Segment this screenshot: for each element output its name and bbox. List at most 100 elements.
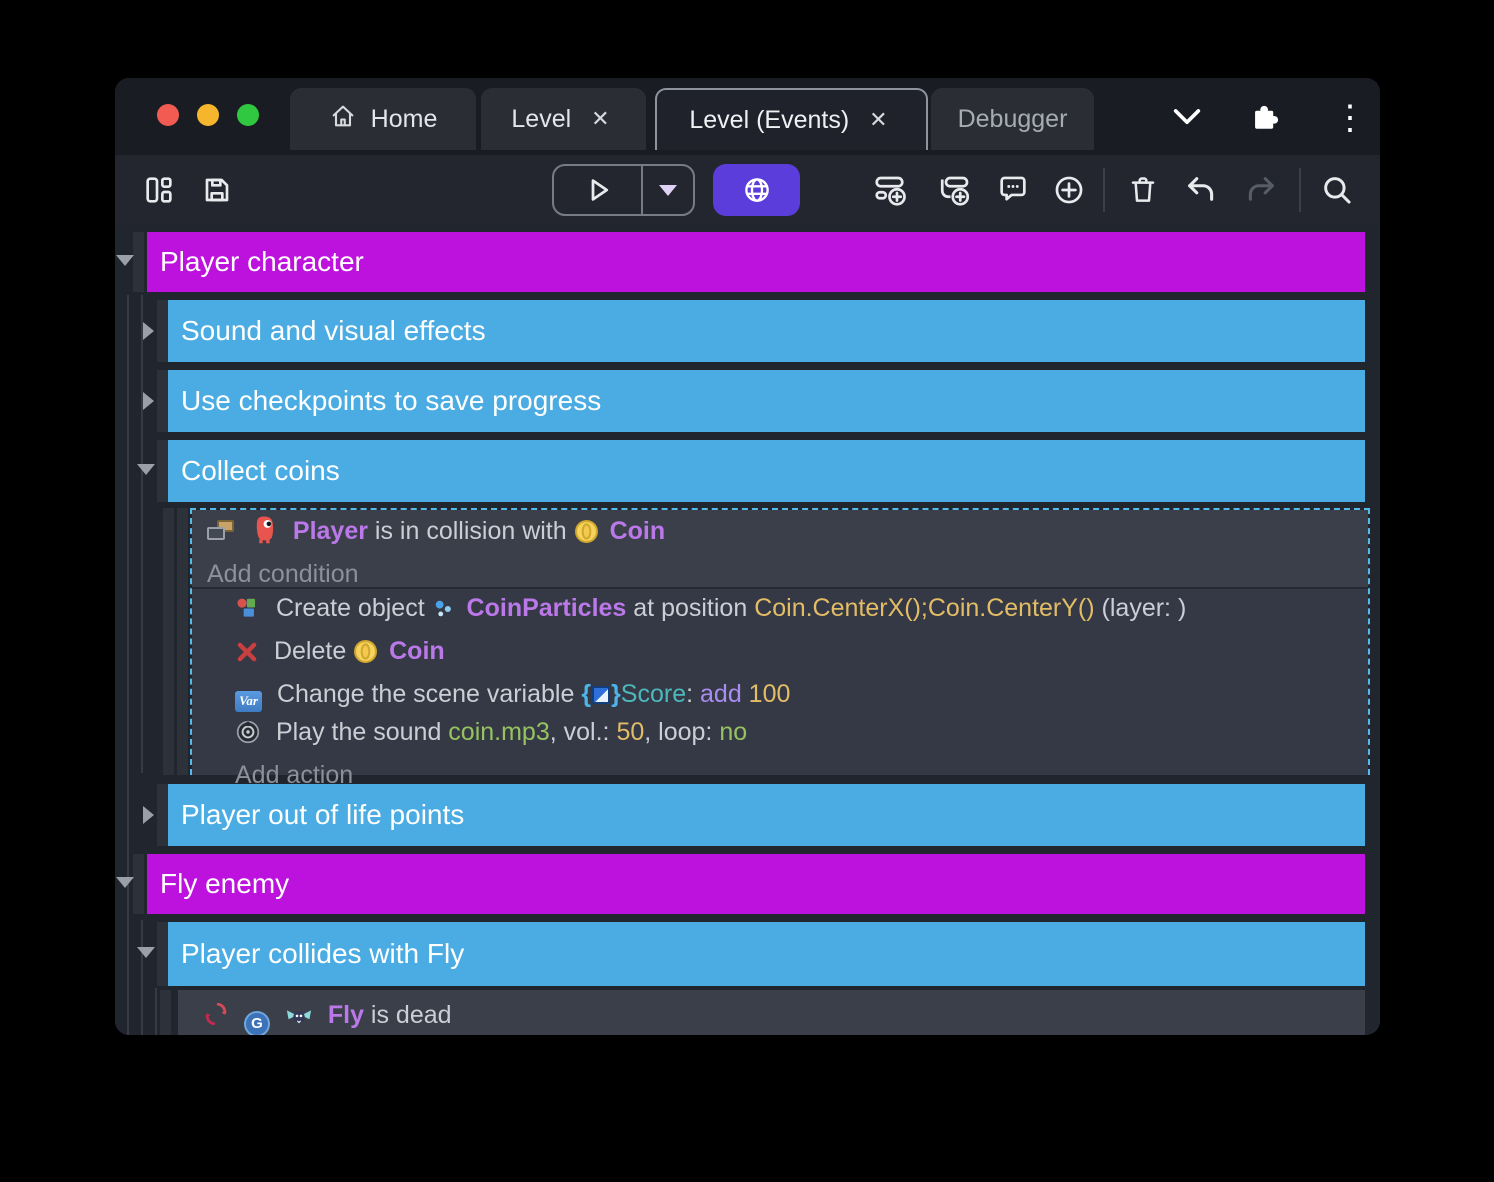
tab-home[interactable]: Home xyxy=(290,88,476,150)
group-row-sound-effects[interactable]: Sound and visual effects xyxy=(168,300,1365,362)
extensions-puzzle-icon[interactable] xyxy=(1248,99,1282,138)
condition-text: is in collision with xyxy=(368,517,574,545)
play-split-button xyxy=(552,164,695,216)
network-preview-button[interactable] xyxy=(713,164,800,216)
group-row-collect-coins[interactable]: Collect coins xyxy=(168,440,1365,502)
collision-icon xyxy=(207,518,237,544)
variable-value: 100 xyxy=(742,680,791,708)
group-row-player-character[interactable]: Player character xyxy=(147,232,1365,292)
group-title: Fly enemy xyxy=(160,868,289,900)
collapse-chevron-icon[interactable] xyxy=(116,255,134,266)
collapse-chevron-icon[interactable] xyxy=(137,464,155,475)
kebab-menu-icon[interactable]: ⋮ xyxy=(1333,98,1367,138)
variable-icon: Var xyxy=(235,691,262,712)
search-icon[interactable] xyxy=(1319,172,1355,208)
indent-guide xyxy=(141,920,143,1035)
condition-row-collision[interactable]: Player is in collision with Coin xyxy=(207,512,1368,555)
desktop-background: Home Level ✕ Level (Events) ✕ Debugger ⋮ xyxy=(0,0,1494,1182)
condition-row-fly-dead[interactable]: G Fly is dead xyxy=(203,996,1365,1035)
scene-variable-icon xyxy=(592,686,610,704)
redo-icon[interactable] xyxy=(1243,172,1279,208)
close-window-button[interactable] xyxy=(157,104,179,126)
event-coin-collision[interactable]: Player is in collision with Coin Add con… xyxy=(190,508,1370,775)
action-text: , loop: xyxy=(644,718,719,746)
tab-level-events-label: Level (Events) xyxy=(689,106,849,135)
minimize-window-button[interactable] xyxy=(197,104,219,126)
collapse-chevron-icon[interactable] xyxy=(137,947,155,958)
action-row-change-variable[interactable]: Var Change the scene variable {}Score: a… xyxy=(235,675,1368,713)
close-tab-icon[interactable]: ✕ xyxy=(863,105,893,135)
action-text: at position xyxy=(626,594,754,622)
conditions-panel: Player is in collision with Coin Add con… xyxy=(192,510,1368,587)
collapse-chevron-icon[interactable] xyxy=(116,877,134,888)
save-icon[interactable] xyxy=(199,172,235,208)
event-drag-handle[interactable] xyxy=(160,990,171,1035)
variable-operator: add xyxy=(700,680,742,708)
variable-badge-brace-icon: } xyxy=(611,680,621,708)
expand-chevron-icon[interactable] xyxy=(143,806,154,824)
group-title: Player collides with Fly xyxy=(181,938,464,970)
indent-guide xyxy=(141,295,143,773)
action-row-play-sound[interactable]: Play the sound coin.mp3, vol.: 50, loop:… xyxy=(235,713,1368,756)
row-drag-handle[interactable] xyxy=(157,922,168,986)
tab-home-label: Home xyxy=(371,105,438,134)
row-drag-handle[interactable] xyxy=(133,232,144,292)
expand-chevron-icon[interactable] xyxy=(143,392,154,410)
group-row-fly-enemy[interactable]: Fly enemy xyxy=(147,854,1365,914)
row-drag-handle[interactable] xyxy=(157,440,168,502)
action-text: Play the sound xyxy=(276,718,448,746)
event-fly-dead[interactable]: G Fly is dead xyxy=(178,990,1365,1035)
play-button[interactable] xyxy=(554,166,643,214)
events-sheet: Player character Sound and visual effect… xyxy=(115,225,1380,1035)
expand-chevron-icon[interactable] xyxy=(143,322,154,340)
zoom-window-button[interactable] xyxy=(237,104,259,126)
toolbar-divider xyxy=(1103,168,1105,212)
sound-volume: 50 xyxy=(616,718,644,746)
add-subevent-icon[interactable] xyxy=(937,172,973,208)
condition-object-name: Player xyxy=(293,517,368,545)
action-object-name: Coin xyxy=(389,637,445,665)
close-tab-icon[interactable]: ✕ xyxy=(585,104,615,134)
tab-level[interactable]: Level ✕ xyxy=(481,88,646,150)
group-row-collides-fly[interactable]: Player collides with Fly xyxy=(168,922,1365,986)
variable-badge-brace-icon: { xyxy=(581,680,591,708)
row-drag-handle[interactable] xyxy=(157,784,168,846)
group-row-checkpoints[interactable]: Use checkpoints to save progress xyxy=(168,370,1365,432)
condition-object-name: Fly xyxy=(328,1001,364,1029)
add-comment-icon[interactable] xyxy=(995,172,1031,208)
actions-panel: Create object CoinParticles at position … xyxy=(192,587,1368,775)
event-drag-handle[interactable] xyxy=(163,508,174,775)
toolbar-divider xyxy=(1299,168,1301,212)
row-drag-handle[interactable] xyxy=(133,854,144,914)
action-row-create-object[interactable]: Create object CoinParticles at position … xyxy=(235,589,1368,632)
gdevelop-behavior-icon: G xyxy=(244,1011,270,1035)
row-drag-handle[interactable] xyxy=(157,370,168,432)
sound-file: coin.mp3 xyxy=(448,718,549,746)
tab-debugger-label: Debugger xyxy=(958,105,1068,134)
undo-icon[interactable] xyxy=(1183,172,1219,208)
coin-object-icon xyxy=(574,517,599,555)
action-row-delete[interactable]: Delete Coin xyxy=(235,632,1368,675)
tab-level-events[interactable]: Level (Events) ✕ xyxy=(655,88,928,150)
event-drag-handle[interactable] xyxy=(177,508,188,775)
group-title: Collect coins xyxy=(181,455,340,487)
row-drag-handle[interactable] xyxy=(157,300,168,362)
add-event-icon[interactable] xyxy=(873,172,909,208)
indent-guide xyxy=(127,295,129,1035)
delete-icon[interactable] xyxy=(1125,172,1161,208)
particles-object-icon xyxy=(432,594,456,632)
add-other-icon[interactable] xyxy=(1051,172,1087,208)
home-icon xyxy=(329,102,357,137)
action-text: : xyxy=(686,680,700,708)
action-text: , vol.: xyxy=(550,718,617,746)
open-project-manager-icon[interactable] xyxy=(141,172,177,208)
chevron-down-icon[interactable] xyxy=(1170,105,1204,136)
group-title: Sound and visual effects xyxy=(181,315,486,347)
play-options-dropdown[interactable] xyxy=(643,166,693,214)
tab-debugger[interactable]: Debugger xyxy=(931,88,1094,150)
sound-icon xyxy=(235,718,261,756)
group-row-life-points[interactable]: Player out of life points xyxy=(168,784,1365,846)
action-text: Create object xyxy=(276,594,432,622)
action-text: Delete xyxy=(274,637,353,665)
sound-loop: no xyxy=(719,718,747,746)
